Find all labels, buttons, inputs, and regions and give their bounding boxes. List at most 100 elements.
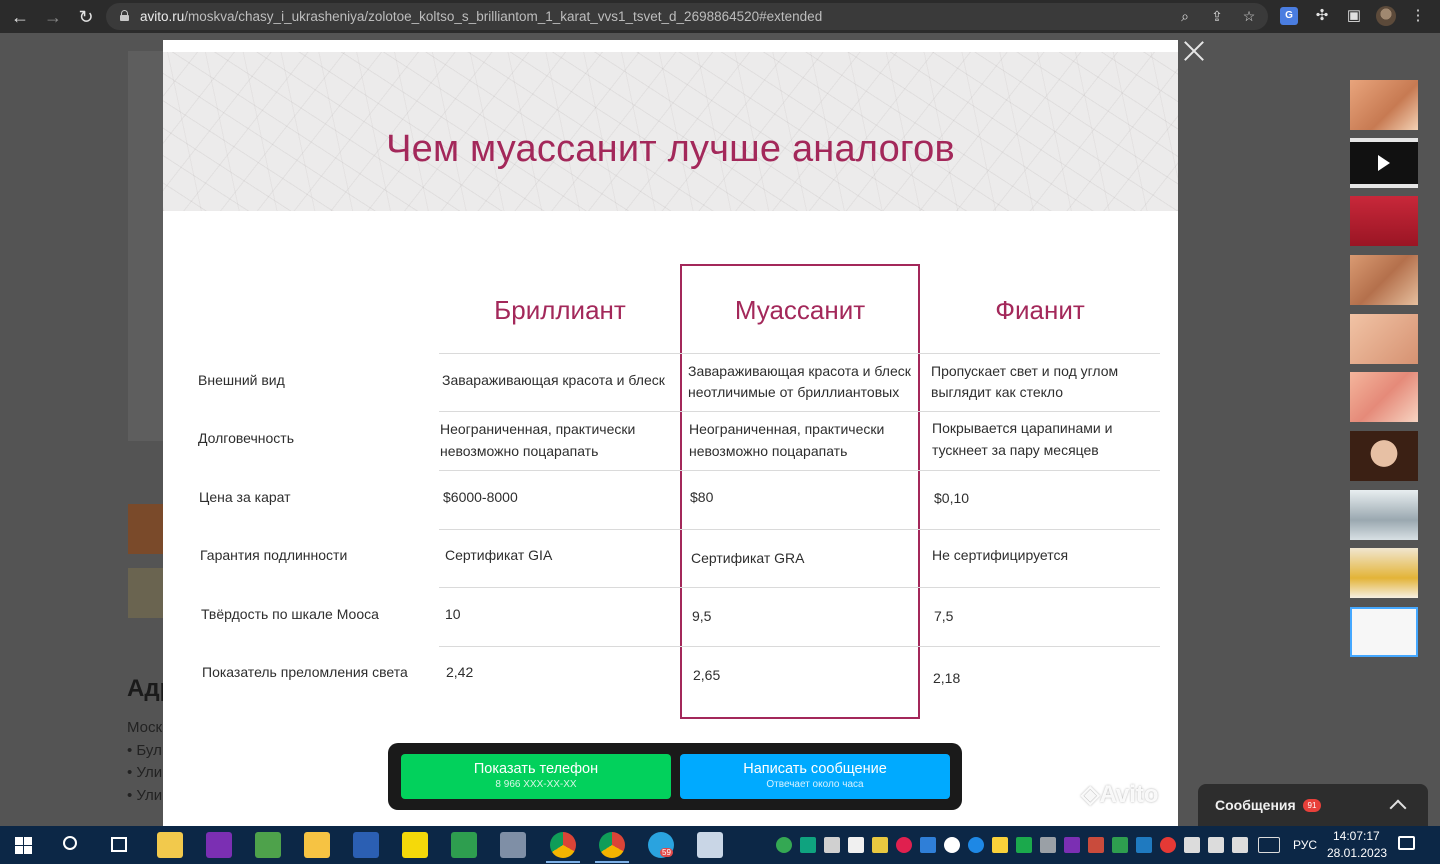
zoom-icon[interactable]: ⌕: [1176, 7, 1194, 25]
windows-start-icon[interactable]: [15, 837, 32, 854]
clock-time[interactable]: 14:07:17: [1333, 829, 1380, 843]
tray-clock-icon[interactable]: [944, 837, 960, 853]
gallery-video-thumbnail[interactable]: [1350, 138, 1418, 188]
column-header-moissanite: Муассанит: [734, 295, 866, 325]
gallery-thumbnail[interactable]: [1350, 80, 1418, 130]
tray-document-icon[interactable]: [848, 837, 864, 853]
gallery-thumbnail[interactable]: [1350, 431, 1418, 481]
url-text[interactable]: avito.ru/moskva/chasy_i_ukrasheniya/zolo…: [140, 9, 822, 24]
slide-title: Чем муассанит лучше аналогов: [386, 128, 955, 170]
table-cell: Сертификат GIA: [445, 547, 553, 563]
gallery-thumbnail[interactable]: [1350, 548, 1418, 598]
table-cell: Завараживающая красота и блеск: [442, 372, 665, 388]
telegram-unread-badge: 59: [660, 848, 673, 857]
write-message-label: Написать сообщение: [743, 761, 887, 777]
tray-check-icon[interactable]: [992, 837, 1008, 853]
chrome-icon[interactable]: [550, 832, 576, 858]
row-label: Твёрдость по шкале Мооса: [201, 606, 379, 622]
active-app-indicator: [595, 861, 629, 863]
forward-icon[interactable]: →: [41, 5, 65, 29]
row-label: Гарантия подлинности: [200, 547, 348, 563]
input-language[interactable]: РУС: [1293, 838, 1317, 852]
tray-onenote-icon[interactable]: [1064, 837, 1080, 853]
reload-icon[interactable]: ↻: [74, 5, 98, 29]
tray-app-icon[interactable]: [1040, 837, 1056, 853]
tray-app-icon[interactable]: [1088, 837, 1104, 853]
tray-monitor-icon[interactable]: [824, 837, 840, 853]
notification-center-icon[interactable]: [1398, 836, 1415, 850]
gallery-thumbnail[interactable]: [1350, 196, 1418, 246]
gallery-thumbnail[interactable]: [1350, 255, 1418, 305]
tray-volume-icon[interactable]: [1232, 837, 1248, 853]
gallery-thumbnail[interactable]: [1350, 372, 1418, 422]
show-phone-button[interactable]: Показать телефон 8 966 XXX-XX-XX: [401, 754, 671, 799]
table-cell: 2,42: [446, 664, 474, 680]
row-label: Внешний вид: [198, 372, 285, 388]
row-label: Показатель преломления света: [202, 664, 408, 680]
write-message-button[interactable]: Написать сообщение Отвечает около часа: [680, 754, 950, 799]
translate-icon[interactable]: G: [1280, 7, 1298, 25]
windows-taskbar: 59 РУС 14:07:17 28.01.2023: [0, 826, 1440, 864]
background-text: • Ули: [127, 787, 163, 804]
calculator-icon[interactable]: [697, 832, 723, 858]
play-icon: [1378, 155, 1390, 171]
table-cell: $6000-8000: [443, 489, 518, 505]
tray-app-icon[interactable]: [968, 837, 984, 853]
onenote-icon[interactable]: [206, 832, 232, 858]
background-thumbnail: [128, 568, 164, 618]
background-text: Моск: [127, 719, 163, 736]
messages-panel[interactable]: Сообщения 91: [1198, 784, 1428, 826]
background-text: • Бул: [127, 742, 162, 759]
search-icon[interactable]: [63, 836, 77, 850]
gallery-thumbnail[interactable]: [1350, 490, 1418, 540]
row-divider: [439, 470, 1160, 471]
tray-keyboard-icon[interactable]: [1258, 837, 1280, 853]
tray-app-icon[interactable]: [1016, 837, 1032, 853]
tray-screenshot-icon[interactable]: [920, 837, 936, 853]
address-bar[interactable]: avito.ru/moskva/chasy_i_ukrasheniya/zolo…: [106, 3, 1268, 30]
side-panel-icon[interactable]: ▣: [1344, 6, 1364, 26]
response-time-note: Отвечает около часа: [766, 779, 864, 790]
row-divider: [439, 529, 1160, 530]
row-divider: [439, 587, 1160, 588]
table-cell: 2,65: [693, 667, 721, 683]
table-cell: Неограниченная, практически невозможно п…: [689, 421, 885, 459]
bookmark-star-icon[interactable]: ☆: [1240, 7, 1258, 25]
tray-shield-icon[interactable]: [800, 837, 816, 853]
back-icon[interactable]: ←: [8, 5, 32, 29]
tray-fx-icon[interactable]: [1136, 837, 1152, 853]
table-cell: Не сертифицируется: [932, 547, 1069, 563]
app-icon[interactable]: [500, 832, 526, 858]
tray-app-icon[interactable]: [1160, 837, 1176, 853]
chrome-icon[interactable]: [599, 832, 625, 858]
row-label: Долговечность: [198, 430, 294, 446]
table-cell: Неограниченная, практически невозможно п…: [440, 421, 636, 459]
task-manager-icon[interactable]: [255, 832, 281, 858]
sticky-notes-icon[interactable]: [402, 832, 428, 858]
browser-toolbar: ← → ↻ avito.ru/moskva/chasy_i_ukrasheniy…: [0, 0, 1440, 33]
share-icon[interactable]: ⇪: [1208, 7, 1226, 25]
clock-date[interactable]: 28.01.2023: [1327, 846, 1387, 860]
tray-battery-icon[interactable]: [1184, 837, 1200, 853]
tray-app-icon[interactable]: [776, 837, 792, 853]
tray-target-icon[interactable]: [896, 837, 912, 853]
row-label: Цена за карат: [199, 489, 291, 505]
tray-app-icon[interactable]: [1112, 837, 1128, 853]
tray-wifi-icon[interactable]: [1208, 837, 1224, 853]
chevron-up-icon[interactable]: [1389, 799, 1407, 817]
file-manager-icon[interactable]: [157, 832, 183, 858]
profile-avatar-icon[interactable]: [1376, 6, 1396, 26]
close-icon[interactable]: [1181, 38, 1207, 64]
active-app-indicator: [546, 861, 580, 863]
gallery-thumbnail-active[interactable]: [1350, 607, 1418, 657]
task-view-icon[interactable]: [111, 837, 127, 852]
explorer-folder-icon[interactable]: [304, 832, 330, 858]
gallery-thumbnail[interactable]: [1350, 314, 1418, 364]
menu-kebab-icon[interactable]: ⋮: [1408, 6, 1428, 26]
word-icon[interactable]: [353, 832, 379, 858]
spreadsheet-icon[interactable]: [451, 832, 477, 858]
extensions-puzzle-icon[interactable]: ✣: [1312, 6, 1332, 26]
tray-notes-icon[interactable]: [872, 837, 888, 853]
background-text: • Ули: [127, 764, 163, 781]
gallery-image: Чем муассанит лучше аналогов Бриллиант М…: [163, 40, 1178, 826]
